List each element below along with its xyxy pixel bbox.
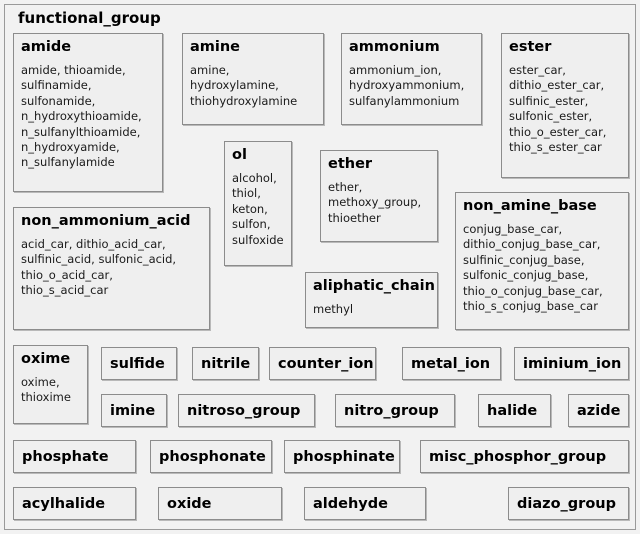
group-members: acid_car, dithio_acid_car, sulfinic_acid… (21, 237, 177, 298)
leaf-box-phosphonate[interactable]: phosphonate (150, 440, 272, 473)
group-members: ammonium_ion, hydroxyammonium, sulfanyla… (349, 63, 465, 108)
leaf-label: halide (487, 402, 538, 419)
group-members: ester_car, dithio_ester_car, sulfinic_es… (509, 63, 607, 155)
group-title: amine (190, 39, 241, 55)
group-box-ol[interactable]: ol alcohol, thiol, keton, sulfon, sulfox… (224, 141, 292, 266)
group-members: oxime, thioxime (21, 375, 71, 405)
group-title: non_amine_base (463, 198, 597, 214)
leaf-label: metal_ion (411, 355, 491, 372)
leaf-box-halide[interactable]: halide (478, 394, 551, 427)
leaf-label: phosphate (22, 448, 109, 465)
group-box-ammonium[interactable]: ammonium ammonium_ion, hydroxyammonium, … (341, 33, 482, 125)
group-title: ammonium (349, 39, 440, 55)
functional-group-diagram: functional_group amide amide, thioamide,… (0, 0, 640, 534)
group-box-ester[interactable]: ester ester_car, dithio_ester_car, sulfi… (501, 33, 629, 178)
group-box-amine[interactable]: amine amine, hydroxylamine, thiohydroxyl… (182, 33, 324, 125)
leaf-box-imine[interactable]: imine (101, 394, 167, 427)
leaf-box-iminium-ion[interactable]: iminium_ion (514, 347, 629, 380)
leaf-box-sulfide[interactable]: sulfide (101, 347, 177, 380)
group-members: ether, methoxy_group, thioether (328, 180, 422, 225)
leaf-box-metal-ion[interactable]: metal_ion (402, 347, 501, 380)
leaf-box-phosphinate[interactable]: phosphinate (284, 440, 400, 473)
leaf-label: nitroso_group (187, 402, 301, 419)
leaf-label: iminium_ion (523, 355, 622, 372)
group-members: methyl (313, 302, 354, 316)
group-title: non_ammonium_acid (21, 213, 191, 229)
group-box-amide[interactable]: amide amide, thioamide, sulfinamide, sul… (13, 33, 163, 192)
group-members: conjug_base_car, dithio_conjug_base_car,… (463, 222, 603, 314)
leaf-label: imine (110, 402, 156, 419)
group-box-aliphatic-chain[interactable]: aliphatic_chain methyl (305, 272, 438, 328)
leaf-label: diazo_group (517, 495, 616, 512)
leaf-label: aldehyde (313, 495, 388, 512)
leaf-box-aldehyde[interactable]: aldehyde (304, 487, 426, 520)
leaf-label: nitro_group (344, 402, 439, 419)
leaf-box-diazo-group[interactable]: diazo_group (508, 487, 629, 520)
group-title: ol (232, 147, 247, 163)
leaf-box-misc-phosphor-group[interactable]: misc_phosphor_group (420, 440, 629, 473)
group-title: oxime (21, 351, 71, 367)
leaf-label: oxide (167, 495, 212, 512)
leaf-label: counter_ion (278, 355, 374, 372)
group-title: amide (21, 39, 72, 55)
group-box-ether[interactable]: ether ether, methoxy_group, thioether (320, 150, 438, 242)
leaf-label: nitrile (201, 355, 251, 372)
leaf-box-counter-ion[interactable]: counter_ion (269, 347, 376, 380)
leaf-label: phosphonate (159, 448, 266, 465)
leaf-label: misc_phosphor_group (429, 448, 607, 465)
leaf-label: phosphinate (293, 448, 395, 465)
leaf-box-nitrile[interactable]: nitrile (192, 347, 259, 380)
leaf-label: sulfide (110, 355, 165, 372)
group-title: ester (509, 39, 552, 55)
leaf-label: acylhalide (22, 495, 106, 512)
group-box-oxime[interactable]: oxime oxime, thioxime (13, 345, 88, 424)
leaf-box-acylhalide[interactable]: acylhalide (13, 487, 136, 520)
group-title: aliphatic_chain (313, 278, 435, 294)
group-box-non-amine-base[interactable]: non_amine_base conjug_base_car, dithio_c… (455, 192, 629, 330)
group-members: amine, hydroxylamine, thiohydroxylamine (190, 63, 298, 108)
leaf-label: azide (577, 402, 621, 419)
leaf-box-nitroso-group[interactable]: nitroso_group (178, 394, 315, 427)
panel-title: functional_group (18, 9, 161, 27)
group-box-non-ammonium-acid[interactable]: non_ammonium_acid acid_car, dithio_acid_… (13, 207, 210, 330)
leaf-box-nitro-group[interactable]: nitro_group (335, 394, 455, 427)
leaf-box-phosphate[interactable]: phosphate (13, 440, 136, 473)
group-title: ether (328, 156, 373, 172)
group-members: amide, thioamide, sulfinamide, sulfonami… (21, 63, 142, 170)
leaf-box-azide[interactable]: azide (568, 394, 629, 427)
leaf-box-oxide[interactable]: oxide (158, 487, 282, 520)
group-members: alcohol, thiol, keton, sulfon, sulfoxide (232, 171, 284, 247)
